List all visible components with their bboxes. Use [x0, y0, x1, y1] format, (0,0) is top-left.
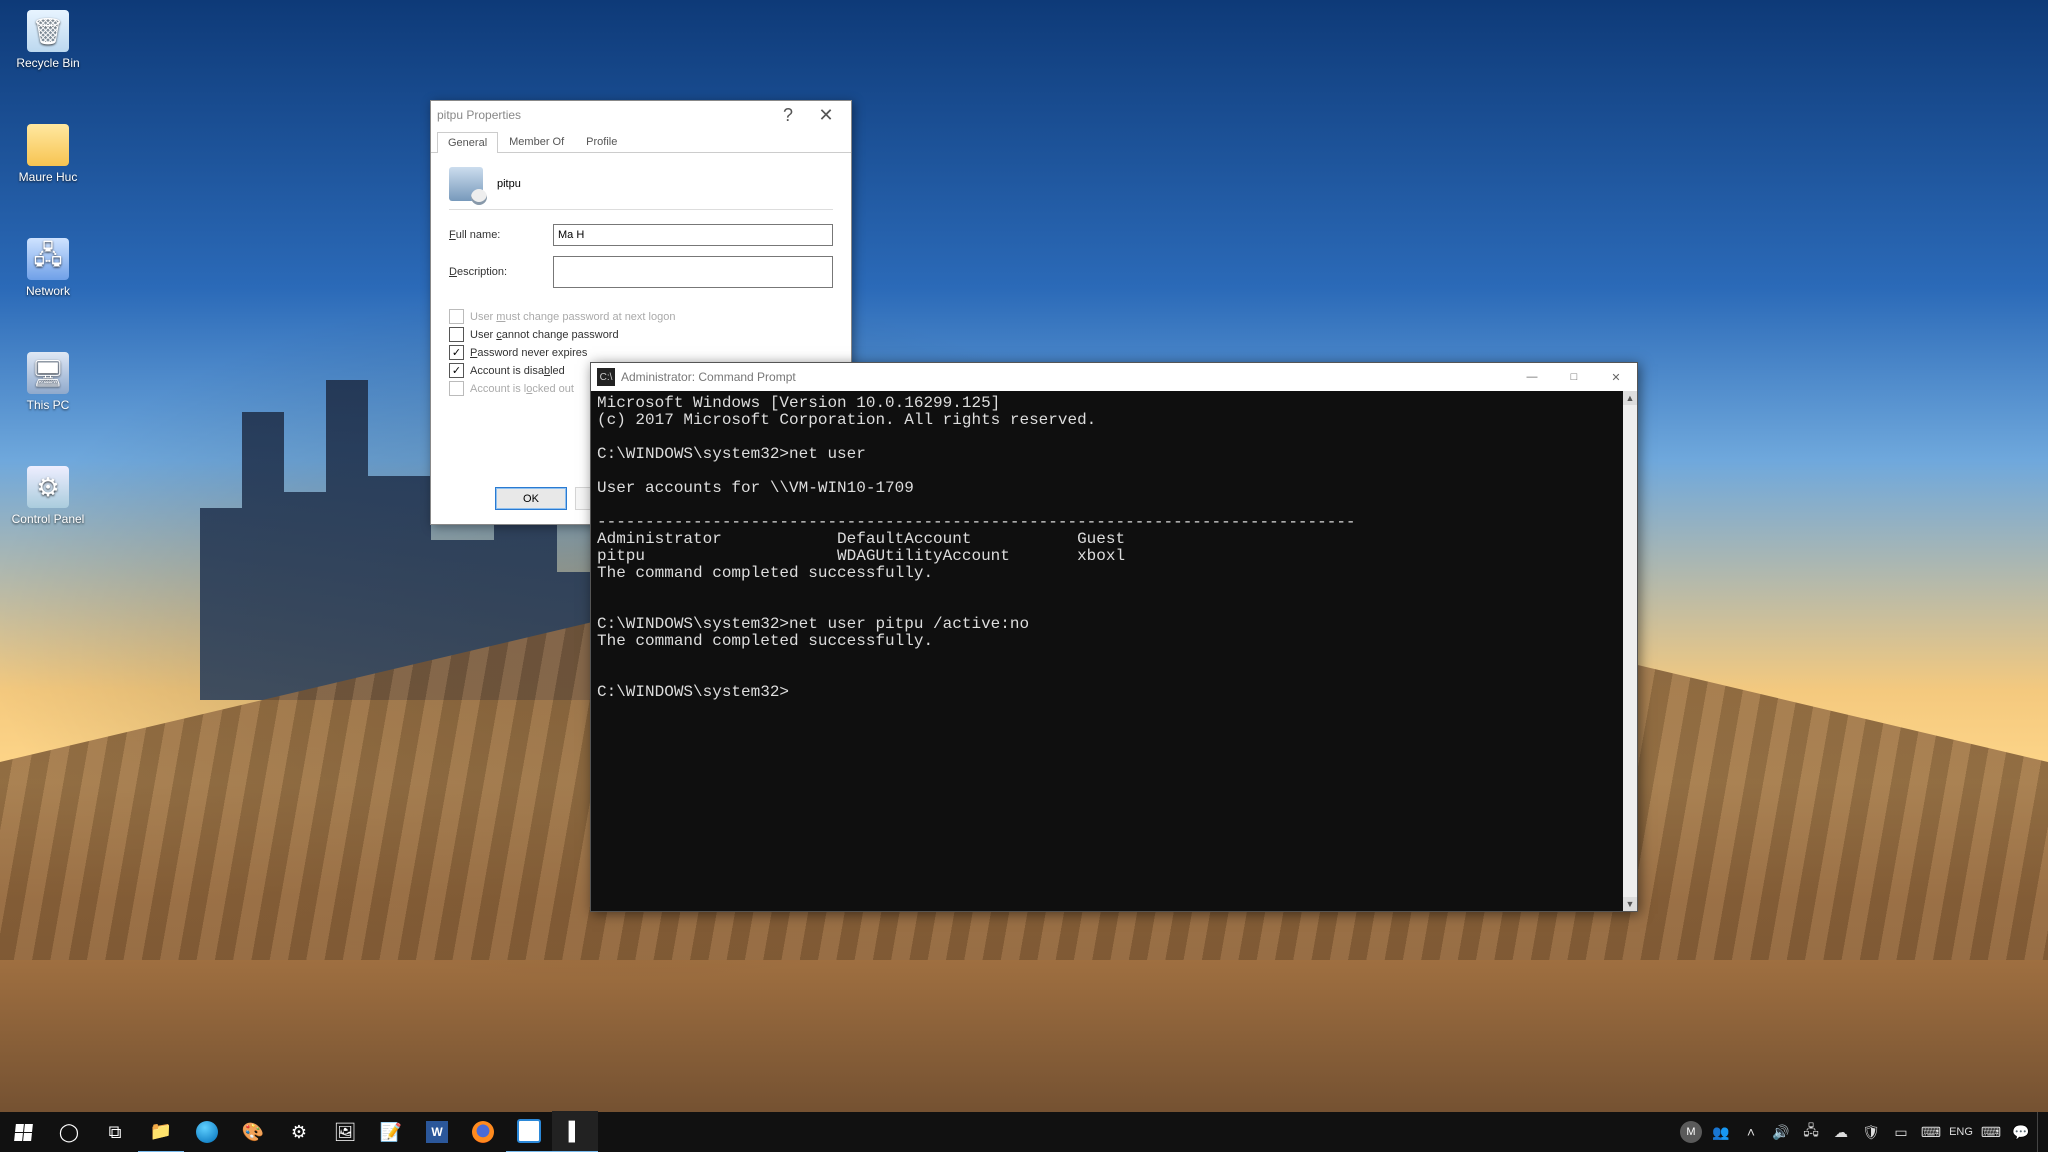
dialog-title: pitpu Properties [437, 101, 769, 129]
cmd-icon: C:\ [597, 368, 615, 386]
tray-language[interactable]: ENG [1947, 1112, 1975, 1152]
check-cannot-change-password[interactable]: User cannot change password [449, 327, 833, 342]
ok-button[interactable]: OK [495, 487, 567, 510]
tray-defender-icon[interactable]: 🛡 [1857, 1112, 1885, 1152]
tab-general[interactable]: General [437, 132, 498, 153]
show-desktop-button[interactable] [2037, 1112, 2044, 1152]
help-button[interactable]: ? [769, 101, 807, 129]
control-panel-icon: ⚙ [27, 466, 69, 508]
desktop-icon-label: Control Panel [8, 512, 88, 526]
check-label: User cannot change password [470, 329, 619, 341]
desktop-icon-network[interactable]: 🖧 Network [8, 238, 88, 298]
user-icon [449, 167, 483, 201]
checkbox-icon [449, 309, 464, 324]
mmc-icon [517, 1119, 541, 1143]
fullname-input[interactable] [553, 224, 833, 246]
taskbar-word[interactable]: W [414, 1112, 460, 1152]
scrollbar[interactable]: ▲ ▼ [1623, 391, 1637, 911]
check-label: User must change password at next logon [470, 311, 675, 323]
user-folder-icon [27, 124, 69, 166]
tab-member-of[interactable]: Member Of [498, 131, 575, 152]
system-tray: M 👥 ˄ 🔊 🖧 ☁ 🛡 ▭ ⌨ ENG ⌨ 💬 [1677, 1112, 2048, 1152]
tray-ime-icon[interactable]: ⌨ [1977, 1112, 2005, 1152]
taskbar-settings[interactable]: ⚙ [276, 1112, 322, 1152]
tab-profile[interactable]: Profile [575, 131, 628, 152]
taskbar-notepad[interactable]: 📝 [368, 1112, 414, 1152]
taskbar-file-explorer[interactable]: 📁 [138, 1111, 184, 1152]
close-button[interactable]: ✕ [807, 101, 845, 129]
scroll-down-icon[interactable]: ▼ [1623, 897, 1637, 911]
command-prompt-window: C:\ Administrator: Command Prompt — □ ✕ … [590, 362, 1638, 912]
edge-icon [196, 1121, 218, 1143]
tray-onedrive-icon[interactable]: ☁ [1827, 1112, 1855, 1152]
network-icon: 🖧 [27, 238, 69, 280]
taskbar-edge[interactable] [184, 1112, 230, 1152]
desktop-icon-control-panel[interactable]: ⚙ Control Panel [8, 466, 88, 526]
checkbox-icon: ✓ [449, 345, 464, 360]
taskbar-lusrmgr[interactable] [506, 1111, 552, 1152]
checkbox-icon [449, 327, 464, 342]
cortana-button[interactable]: ◯ [46, 1112, 92, 1152]
desktop-icon-label: Recycle Bin [8, 56, 88, 70]
tray-keyboard-icon[interactable]: ⌨ [1917, 1112, 1945, 1152]
tray-volume-icon[interactable]: 🔊 [1767, 1112, 1795, 1152]
close-button[interactable]: ✕ [1595, 363, 1637, 391]
desktop-icon-user[interactable]: Maure Huc [8, 124, 88, 184]
taskbar-firefox[interactable] [460, 1112, 506, 1152]
tray-user-avatar[interactable]: M [1677, 1112, 1705, 1152]
description-input[interactable] [553, 256, 833, 288]
check-password-never-expires[interactable]: ✓ Password never expires [449, 345, 833, 360]
recycle-bin-icon: 🗑 [27, 10, 69, 52]
start-button[interactable] [0, 1112, 46, 1152]
check-must-change-password: User must change password at next logon [449, 309, 833, 324]
check-label: Account is locked out [470, 383, 574, 395]
checkbox-icon [449, 381, 464, 396]
tray-action-center-icon[interactable]: 💬 [2007, 1112, 2035, 1152]
fullname-label: Full name: [449, 229, 553, 241]
word-icon: W [426, 1121, 448, 1143]
desktop-icon-label: Maure Huc [8, 170, 88, 184]
taskbar-cmd[interactable]: ▌ [552, 1111, 598, 1152]
cmd-title: Administrator: Command Prompt [621, 370, 1511, 384]
cmd-titlebar[interactable]: C:\ Administrator: Command Prompt — □ ✕ [591, 363, 1637, 391]
maximize-button[interactable]: □ [1553, 363, 1595, 391]
tray-overflow[interactable]: ˄ [1737, 1112, 1765, 1152]
tray-battery-icon[interactable]: ▭ [1887, 1112, 1915, 1152]
terminal-output[interactable]: Microsoft Windows [Version 10.0.16299.12… [591, 391, 1623, 911]
windows-logo-icon [14, 1124, 33, 1141]
description-label: Description: [449, 266, 553, 278]
tray-people[interactable]: 👥 [1707, 1112, 1735, 1152]
desktop[interactable]: 🗑 Recycle Bin Maure Huc 🖧 Network 🖥 This… [0, 0, 2048, 1152]
desktop-icon-recycle-bin[interactable]: 🗑 Recycle Bin [8, 10, 88, 70]
check-label: Account is disabled [470, 365, 565, 377]
minimize-button[interactable]: — [1511, 363, 1553, 391]
check-label: Password never expires [470, 347, 587, 359]
avatar-icon: M [1680, 1121, 1702, 1143]
taskbar: ◯ ⧉ 📁 🎨 ⚙ 🖼 📝 W ▌ M 👥 ˄ 🔊 🖧 ☁ 🛡 ▭ ⌨ ENG … [0, 1112, 2048, 1152]
task-view-button[interactable]: ⧉ [92, 1112, 138, 1152]
desktop-icon-label: Network [8, 284, 88, 298]
separator [449, 209, 833, 210]
checkbox-icon: ✓ [449, 363, 464, 378]
dialog-titlebar[interactable]: pitpu Properties ? ✕ [431, 101, 851, 129]
desktop-icon-label: This PC [8, 398, 88, 412]
taskbar-photos[interactable]: 🖼 [322, 1112, 368, 1152]
desktop-icon-this-pc[interactable]: 🖥 This PC [8, 352, 88, 412]
dialog-tabs: General Member Of Profile [431, 131, 851, 153]
tray-network-icon[interactable]: 🖧 [1797, 1112, 1825, 1152]
firefox-icon [472, 1121, 494, 1143]
this-pc-icon: 🖥 [27, 352, 69, 394]
scroll-up-icon[interactable]: ▲ [1623, 391, 1637, 405]
taskbar-paint[interactable]: 🎨 [230, 1112, 276, 1152]
username-label: pitpu [497, 178, 521, 190]
